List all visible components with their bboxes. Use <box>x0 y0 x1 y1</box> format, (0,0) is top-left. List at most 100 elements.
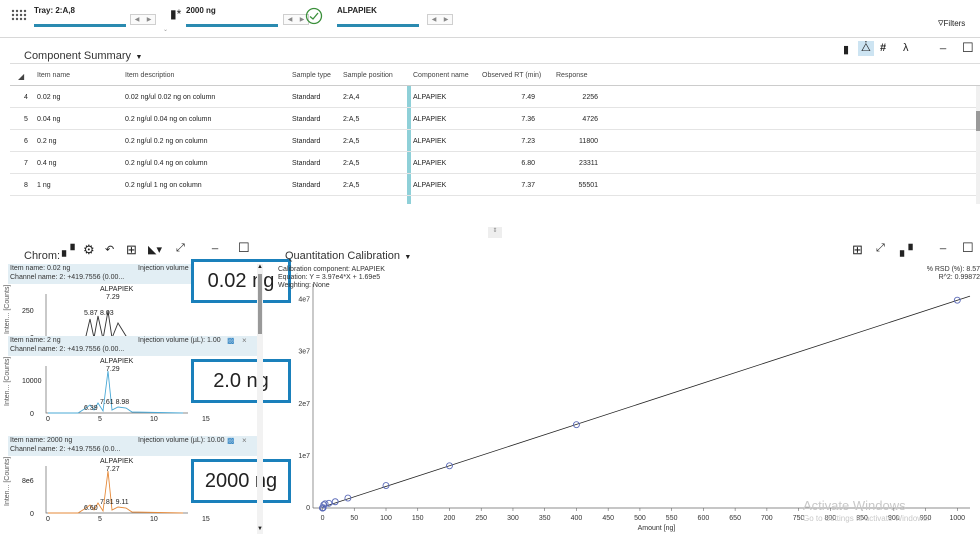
hash-icon[interactable]: # <box>880 42 886 54</box>
component-name: ALPAPIEK <box>413 116 447 123</box>
amount-progress <box>186 24 278 27</box>
calib-table-icon[interactable]: ⊞ <box>852 242 863 258</box>
overlay-chart-icon[interactable]: ◣▾ <box>148 243 162 256</box>
minor-peak-rt-1: 5.87 <box>84 310 98 317</box>
pin-icon[interactable]: ▩ <box>227 436 235 445</box>
col-component-name[interactable]: Component name <box>413 72 469 79</box>
col-sample-type[interactable]: Sample type <box>292 72 331 79</box>
y-tick-zero: 0 <box>30 511 34 518</box>
peak-rt: 7.29 <box>106 366 120 373</box>
splitter-handle[interactable]: ⇕ <box>488 227 502 238</box>
col-item-name[interactable]: Item name <box>37 72 70 79</box>
calibration-title-group[interactable]: Quantitation Calibration ▼ <box>285 246 411 264</box>
scroll-down-icon[interactable]: ▼ <box>257 526 263 532</box>
sort-triangle-icon[interactable]: ◢ <box>18 72 24 81</box>
col-response[interactable]: Response <box>556 72 588 79</box>
table-row[interactable]: 5 0.04 ng 0.2 ng/ul 0.04 ng on column Stand… <box>10 108 977 130</box>
x-tick-label: 600 <box>698 515 710 522</box>
component-name: ALPAPIEK <box>413 182 447 189</box>
x-tick-label: 250 <box>475 515 487 522</box>
observed-rt: 7.49 <box>521 94 535 101</box>
chromatogram-panel[interactable]: Item name: 0.02 ng Injection volume (µL)… <box>4 259 291 350</box>
scroll-up-icon[interactable]: ▲ <box>257 264 263 270</box>
amount-label: 2000 ng <box>186 6 216 15</box>
minimize-icon[interactable]: _ <box>940 38 946 50</box>
chromatogram-panel[interactable]: Item name: 2000 ng Injection volume (µL)… <box>4 436 291 534</box>
chrom-scrollbar[interactable]: ▲ ▼ <box>257 264 263 534</box>
tray-icon <box>11 9 27 21</box>
x-tick: 15 <box>202 516 210 523</box>
table-row[interactable]: 6 0.2 ng 0.2 ng/ul 0.2 ng on column Standar… <box>10 130 977 152</box>
calib-peaks-icon[interactable]: ▖▘ <box>900 244 917 257</box>
calibration-rsd: % RSD (%): 8.57 <box>926 266 980 273</box>
chrom-injection-volume: Injection volume (µL): 1.00 <box>138 337 221 344</box>
sample-type: Standard <box>292 138 321 145</box>
item-description: 0.2 ng/ul 0.4 ng on column <box>125 160 208 167</box>
tray-nav-arrows[interactable]: ◀ ▶ <box>130 14 156 25</box>
table-scrollbar-thumb[interactable] <box>976 111 980 131</box>
data-point <box>331 498 339 506</box>
x-tick: 5 <box>98 516 102 523</box>
close-icon[interactable]: × <box>242 436 247 445</box>
calibration-chart[interactable]: 0 50 100 150 200 250 300 350 400 450 500 550 600 650 7… <box>270 280 980 534</box>
y-tick-label: 1e7 <box>298 453 310 460</box>
chrom-axes <box>45 294 188 342</box>
share-nodes-icon[interactable]: ⧊ <box>858 41 874 56</box>
chromatogram-trace <box>48 370 184 414</box>
x-tick-label: 550 <box>666 515 678 522</box>
item-description: 0.2 ng/ul 1 ng on column <box>125 182 202 189</box>
maximize-icon[interactable]: ☐ <box>962 40 974 56</box>
component-nav-arrows[interactable]: ◀ ▶ <box>427 14 453 25</box>
pin-icon[interactable]: ▩ <box>227 336 235 345</box>
calib-expand-icon[interactable]: ⤢ <box>876 242 885 255</box>
sample-position: 2:A,5 <box>343 138 360 145</box>
x-tick: 10 <box>150 516 158 523</box>
chrom-injection-volume: Injection volume (µL): 10.00 <box>138 437 225 444</box>
undo-icon[interactable]: ↶ <box>105 243 114 256</box>
calib-maximize-icon[interactable]: ☐ <box>962 240 974 256</box>
filters-button[interactable]: ▿Filters <box>938 16 965 29</box>
chrom-minimize-icon[interactable]: _ <box>212 238 218 250</box>
component-label: ALPAPIEK <box>337 6 377 15</box>
table-row[interactable]: 7 0.4 ng 0.2 ng/ul 0.4 ng on column Standar… <box>10 152 977 174</box>
expand-icon[interactable]: ⤢ <box>176 242 185 255</box>
table-icon[interactable]: ⊞ <box>126 242 137 258</box>
chrom-title[interactable]: Chrom: <box>24 246 60 264</box>
peak-label: ALPAPIEK <box>100 286 134 293</box>
item-description: 0.2 ng/ul 0.04 ng on column <box>125 116 212 123</box>
row-index: 8 <box>24 182 28 189</box>
col-sample-position[interactable]: Sample position <box>343 72 393 79</box>
col-observed-rt[interactable]: Observed RT (min) <box>482 72 541 79</box>
tray-progress <box>34 24 126 27</box>
chrom-item-name: Item name: 0.02 ng <box>10 265 71 272</box>
close-icon[interactable]: × <box>242 336 247 345</box>
response: 4726 <box>582 116 598 123</box>
x-tick-label: 700 <box>761 515 773 522</box>
y-tick-high: 250 <box>22 308 34 315</box>
component-summary-title-group[interactable]: Component Summary ▼ <box>24 46 142 64</box>
y-tick-label: 0 <box>306 505 310 512</box>
chrom-scrollbar-thumb[interactable] <box>258 274 262 334</box>
x-tick-label: 0 <box>321 515 325 522</box>
col-item-description[interactable]: Item description <box>125 72 174 79</box>
component-selector[interactable]: ALPAPIEK ◀ ▶ <box>305 4 495 32</box>
tray-dropdown-caret[interactable]: ⌄ <box>163 26 168 33</box>
chrom-channel-name: Channel name: 2: +419.7556 (0.0... <box>10 446 121 453</box>
table-scrollbar[interactable] <box>976 86 980 204</box>
chrom-item-name: Item name: 2000 ng <box>10 437 73 444</box>
chromatogram-panel[interactable]: Item name: 2 ng Injection volume (µL): 1… <box>4 336 291 434</box>
sample-navigation-bar: Tray: 2:A,8 ◀ ▶ ⌄ ▮* 2000 ng ◀ ▶ ALPAPIEK … <box>0 0 980 38</box>
vial-icon[interactable]: ▮ <box>843 43 849 56</box>
minor-peak-rt-1: 6.60 <box>84 505 98 512</box>
fit-line <box>322 295 971 508</box>
gear-icon[interactable]: ⚙ <box>83 242 95 258</box>
calib-minimize-icon[interactable]: _ <box>940 238 946 250</box>
table-row[interactable]: 8 1 ng 0.2 ng/ul 1 ng on column Standard 2:A… <box>10 174 977 196</box>
peaks-icon[interactable]: ▖▘ <box>62 244 79 257</box>
amount-selector[interactable]: ▮* 2000 ng ◀ ▶ <box>170 4 320 32</box>
tray-selector[interactable]: Tray: 2:A,8 ◀ ▶ ⌄ <box>8 4 178 33</box>
table-row[interactable]: 4 0.02 ng 0.02 ng/ul 0.02 ng on column Stan… <box>10 86 977 108</box>
peak-tool-icon[interactable]: λ <box>903 42 909 54</box>
check-circle-icon <box>305 7 323 25</box>
chrom-maximize-icon[interactable]: ☐ <box>238 240 250 256</box>
